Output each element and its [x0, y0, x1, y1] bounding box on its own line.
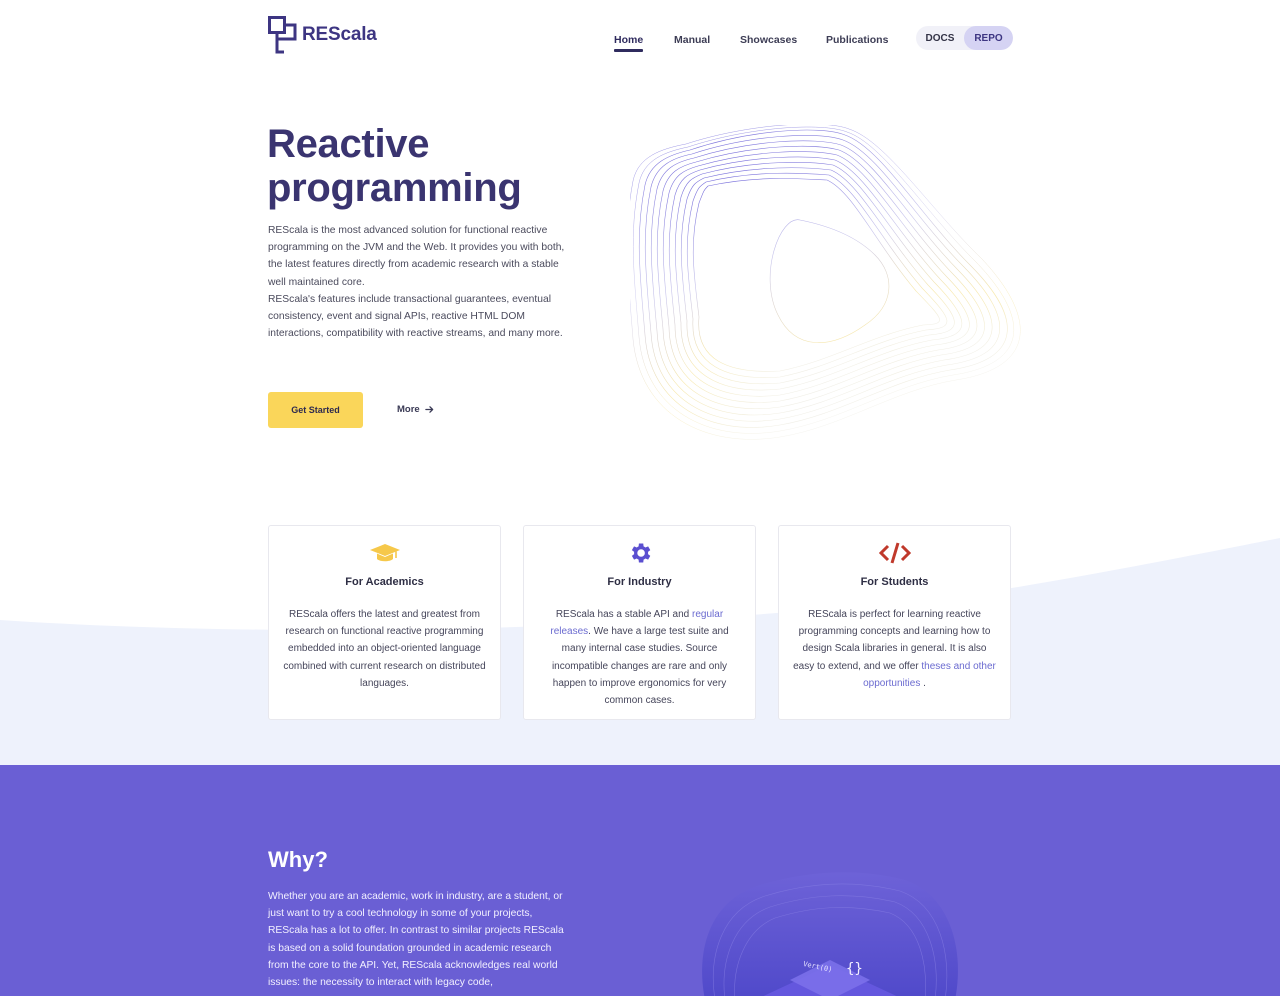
logo-mark-icon [268, 16, 297, 54]
card-academics-text: REScala offers the latest and greatest f… [283, 609, 486, 689]
card-students-title: For Students [860, 576, 929, 588]
logo[interactable]: REScala [268, 16, 377, 54]
card-students-text: REScala is perfect for learning reactive… [793, 606, 996, 692]
card-students-icon-wrap [779, 540, 1010, 566]
nav-publications[interactable]: Publications [826, 34, 888, 46]
graduation-cap-icon [369, 544, 400, 562]
nav-manual[interactable]: Manual [674, 34, 710, 46]
hero-paragraph-2: REScala's features include transactional… [268, 294, 563, 340]
card-industry-text: REScala has a stable API and regular rel… [538, 606, 741, 709]
hero-paragraph-1: REScala is the most advanced solution fo… [268, 225, 565, 288]
repo-button[interactable]: REPO [964, 26, 1013, 50]
card-academics-title: For Academics [345, 576, 424, 588]
gear-icon [631, 543, 650, 563]
card-industry: For Industry REScala has a stable API an… [523, 525, 756, 720]
more-label: More [397, 404, 420, 415]
get-started-button[interactable]: Get Started [268, 392, 363, 428]
hero-title-line2: programming [267, 166, 522, 210]
nav-home[interactable]: Home [614, 34, 644, 52]
why-art-brace-label: {} [846, 961, 863, 977]
hero-title-line1: Reactive [267, 122, 430, 166]
why-section: Why? Whether you are an academic, work i… [0, 765, 1280, 996]
card-academics-icon-wrap [269, 540, 500, 566]
arrow-right-icon [424, 406, 433, 413]
card-students-text-after: . [920, 677, 926, 689]
card-industry-text-after: . We have a large test suite and many in… [551, 626, 729, 707]
why-title: Why? [268, 847, 328, 872]
docs-button[interactable]: DOCS [916, 26, 964, 50]
more-link[interactable]: More [397, 404, 434, 415]
hero-title: Reactive programming [267, 122, 597, 210]
docs-repo-switch: DOCS REPO [916, 26, 1013, 50]
hero-wave-illustration [630, 125, 1021, 440]
site-header: REScala Home Manual Showcases Publicatio… [0, 0, 1280, 80]
card-industry-title: For Industry [607, 576, 672, 588]
code-icon [878, 542, 911, 564]
card-industry-icon-wrap [524, 540, 755, 566]
card-industry-text-before: REScala has a stable API and [555, 609, 693, 620]
nav-showcases[interactable]: Showcases [740, 34, 797, 46]
why-cube-illustration [702, 872, 958, 996]
logo-text: REScala [302, 24, 377, 45]
why-text: Whether you are an academic, work in ind… [268, 891, 564, 989]
card-academics: For Academics REScala offers the latest … [268, 525, 501, 720]
card-students: For Students REScala is perfect for lear… [778, 525, 1011, 720]
